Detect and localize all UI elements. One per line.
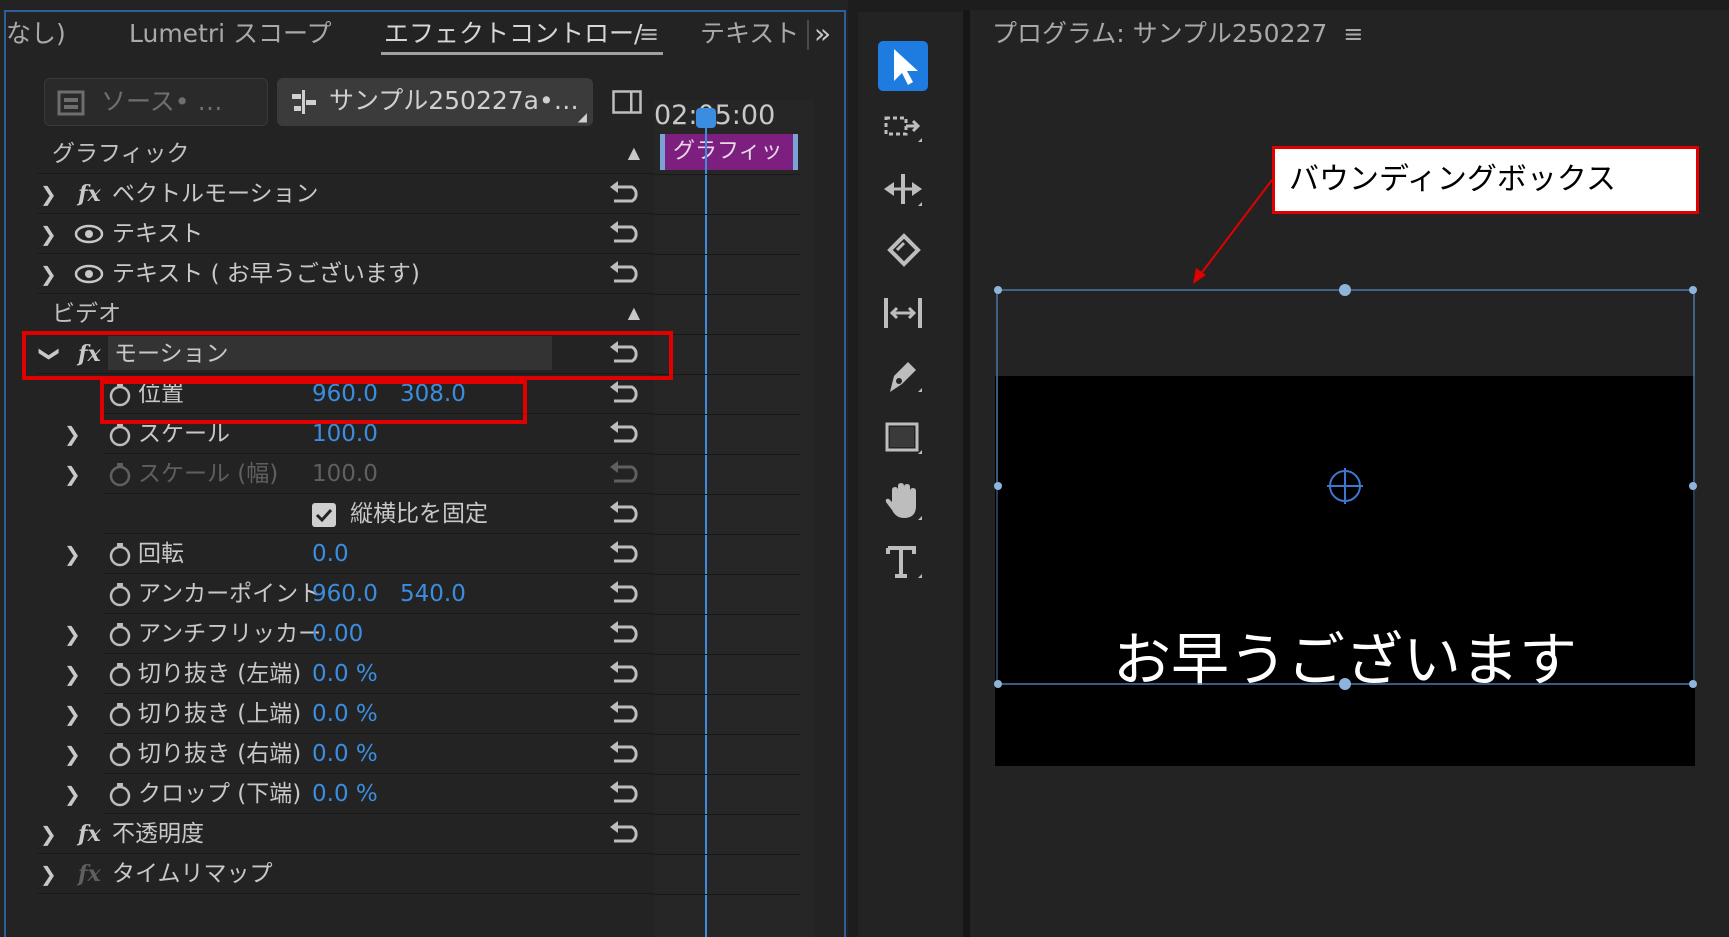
callout-arrow [1193, 179, 1273, 284]
anchor-point-icon[interactable] [1327, 468, 1363, 504]
program-overlay [994, 179, 1697, 690]
callout-bounding-box-label: バウンディングボックス [1272, 146, 1699, 214]
